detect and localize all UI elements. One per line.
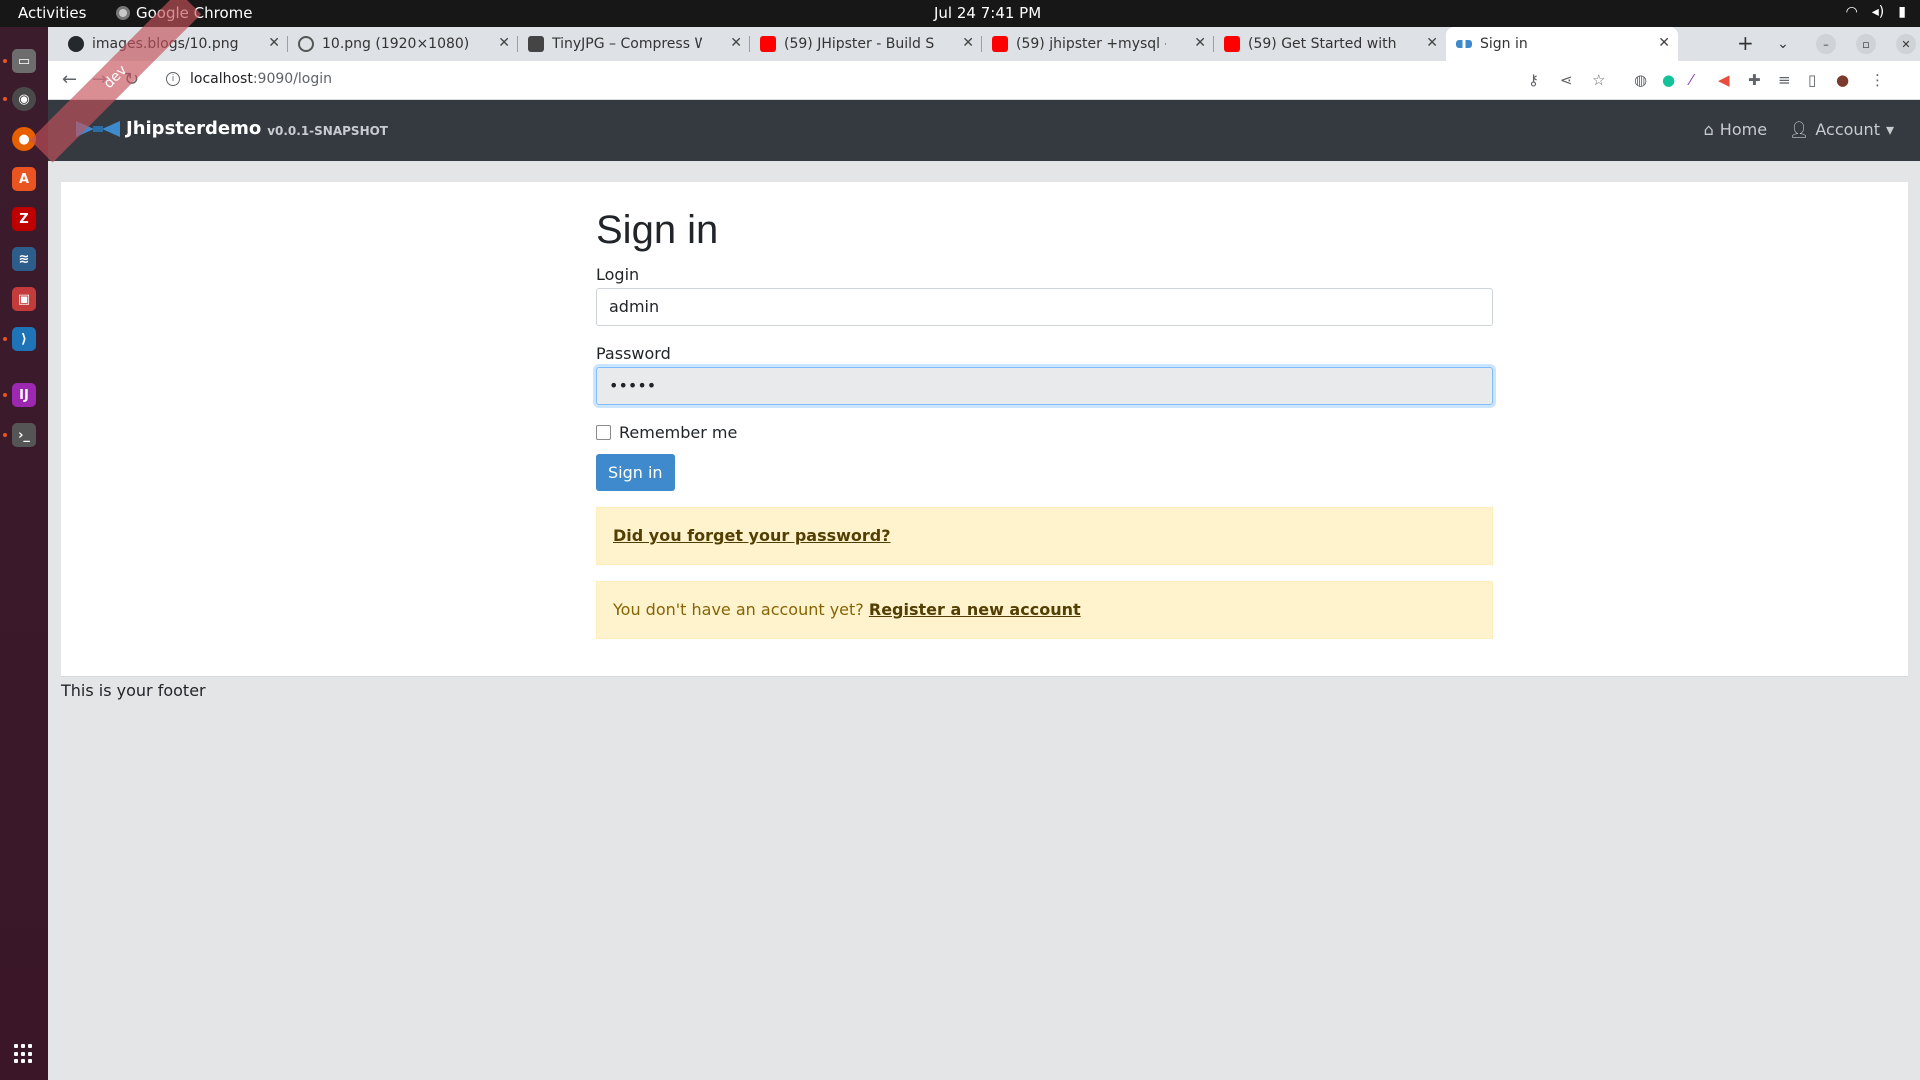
nav-home[interactable]: ⌂ Home xyxy=(1704,120,1767,139)
home-icon: ⌂ xyxy=(1703,120,1714,139)
minimize-button[interactable]: – xyxy=(1816,34,1836,54)
panda-icon xyxy=(528,36,544,52)
url-path: :9090/login xyxy=(252,71,333,87)
caret-down-icon: ▾ xyxy=(1885,120,1894,139)
show-apps-icon[interactable] xyxy=(14,1044,34,1064)
page-title: Sign in xyxy=(596,208,719,252)
remember-me-row[interactable]: Remember me xyxy=(596,423,1493,442)
tab-title: Sign in xyxy=(1480,36,1528,52)
no-account-text: You don't have an account yet? xyxy=(613,600,869,619)
password-input[interactable]: ••••• xyxy=(596,367,1493,405)
close-icon[interactable]: ✕ xyxy=(498,35,510,51)
wifi-icon: ◠ xyxy=(1845,4,1858,20)
close-icon[interactable]: ✕ xyxy=(962,35,974,51)
url-host: localhost xyxy=(190,71,253,87)
browser-tab-active[interactable]: Sign in ✕ xyxy=(1446,27,1678,61)
forgot-password-alert: Did you forget your password? xyxy=(596,507,1493,565)
forgot-password-link[interactable]: Did you forget your password? xyxy=(613,526,891,545)
brand-link[interactable]: Jhipsterdemo v0.0.1-SNAPSHOT xyxy=(76,118,388,139)
register-alert: You don't have an account yet? Register … xyxy=(596,581,1493,639)
tab-title: 10.png (1920×1080) xyxy=(322,36,470,52)
filezilla-icon[interactable]: Z xyxy=(12,207,36,231)
remember-me-checkbox[interactable] xyxy=(596,425,611,440)
browser-tab-strip: images.blogs/10.png at ✕ 10.png (1920×10… xyxy=(48,27,1920,61)
globe-icon xyxy=(298,36,314,52)
bookmark-star-icon[interactable]: ☆ xyxy=(1592,71,1605,89)
login-form: Sign in Login admin Password ••••• Remem… xyxy=(596,208,1493,639)
intellij-icon[interactable]: IJ xyxy=(12,383,36,407)
nav-home-label: Home xyxy=(1719,120,1768,139)
battery-icon: ▮ xyxy=(1898,4,1906,20)
browser-toolbar: ← → ↻ i localhost:9090/login ⚷ ⋖ ☆ ◍ ● ⁄… xyxy=(48,61,1920,100)
register-link[interactable]: Register a new account xyxy=(869,600,1081,619)
site-info-icon[interactable]: i xyxy=(166,72,180,86)
close-icon[interactable]: ✕ xyxy=(268,35,280,51)
login-label: Login xyxy=(596,265,640,284)
sign-in-button[interactable]: Sign in xyxy=(596,454,675,491)
youtube-icon xyxy=(760,36,776,52)
page-footer: This is your footer xyxy=(61,681,206,700)
youtube-icon xyxy=(992,36,1008,52)
brand-version: v0.0.1-SNAPSHOT xyxy=(267,123,388,138)
browser-tab[interactable]: (59) JHipster - Build Secu ✕ xyxy=(750,27,982,61)
brand-name: Jhipsterdemo xyxy=(126,118,262,139)
jhipster-icon xyxy=(1456,40,1472,48)
volume-icon: ◂) xyxy=(1871,4,1885,20)
pen-extension-icon[interactable]: ⁄ xyxy=(1690,71,1693,89)
new-tab-button[interactable]: + xyxy=(1737,31,1754,55)
browser-tab[interactable]: 10.png (1920×1080) ✕ xyxy=(288,27,518,61)
mysql-workbench-icon[interactable]: ≋ xyxy=(12,247,36,271)
tab-title: (59) jhipster +mysql - You xyxy=(1016,36,1166,52)
browser-tab[interactable]: (59) Get Started with JH ✕ xyxy=(1214,27,1446,61)
software-store-icon[interactable]: A xyxy=(12,167,36,191)
side-panel-icon[interactable]: ▯ xyxy=(1808,71,1816,89)
close-icon[interactable]: ✕ xyxy=(1426,35,1438,51)
profile-avatar[interactable]: ● xyxy=(1836,71,1849,89)
youtube-icon xyxy=(1224,36,1240,52)
tab-search-icon[interactable]: ⌄ xyxy=(1773,34,1793,54)
browser-tab[interactable]: TinyJPG – Compress Web ✕ xyxy=(518,27,750,61)
menu-kebab-icon[interactable]: ⋮ xyxy=(1870,71,1885,89)
close-icon[interactable]: ✕ xyxy=(1194,35,1206,51)
browser-tab[interactable]: (59) jhipster +mysql - You ✕ xyxy=(982,27,1214,61)
extension-globe-icon[interactable]: ◍ xyxy=(1634,71,1647,89)
maximize-button[interactable]: ▫ xyxy=(1856,34,1876,54)
user-icon: 👤︎ xyxy=(1789,120,1810,139)
dock: ▭ ◉ ● A Z ≋ ▣ ⟩ IJ ›_ xyxy=(0,27,48,1080)
grammarly-icon[interactable]: ● xyxy=(1662,71,1675,89)
close-icon[interactable]: ✕ xyxy=(730,35,742,51)
address-bar[interactable]: i localhost:9090/login xyxy=(166,71,332,87)
close-icon[interactable]: ✕ xyxy=(1658,35,1670,51)
nav-account-label: Account xyxy=(1815,120,1880,139)
activities-button[interactable]: Activities xyxy=(18,4,86,22)
terminal-icon[interactable]: ›_ xyxy=(12,423,36,447)
password-key-icon[interactable]: ⚷ xyxy=(1528,71,1539,89)
system-tray[interactable]: ◠ ◂) ▮ xyxy=(1846,4,1906,20)
chrome-dock-icon[interactable]: ◉ xyxy=(12,87,36,111)
tab-title: TinyJPG – Compress Web xyxy=(552,36,702,52)
login-input[interactable]: admin xyxy=(596,288,1493,326)
remember-me-label: Remember me xyxy=(619,423,738,442)
files-icon[interactable]: ▭ xyxy=(12,49,36,73)
reading-list-icon[interactable]: ≡ xyxy=(1778,71,1791,89)
clock[interactable]: Jul 24 7:41 PM xyxy=(934,4,1041,22)
password-label: Password xyxy=(596,344,671,363)
back-icon[interactable]: ← xyxy=(62,69,77,90)
megaphone-extension-icon[interactable]: ◀ xyxy=(1718,71,1730,89)
screenshot-tool-icon[interactable]: ▣ xyxy=(12,287,36,311)
tab-title: (59) JHipster - Build Secu xyxy=(784,36,934,52)
nav-account-dropdown[interactable]: 👤︎ Account ▾ xyxy=(1789,120,1894,139)
github-icon xyxy=(68,36,84,52)
app-navbar: Jhipsterdemo v0.0.1-SNAPSHOT ⌂ Home 👤︎ A… xyxy=(48,100,1920,161)
tab-title: (59) Get Started with JH xyxy=(1248,36,1398,52)
system-top-bar: Activities Google Chrome Jul 24 7:41 PM … xyxy=(0,0,1920,27)
extensions-puzzle-icon[interactable]: ✚ xyxy=(1748,71,1761,89)
chrome-icon xyxy=(116,6,130,20)
close-window-button[interactable]: ✕ xyxy=(1896,34,1916,54)
vscode-icon[interactable]: ⟩ xyxy=(12,327,36,351)
share-icon[interactable]: ⋖ xyxy=(1560,71,1573,89)
login-card: Sign in Login admin Password ••••• Remem… xyxy=(61,182,1908,677)
